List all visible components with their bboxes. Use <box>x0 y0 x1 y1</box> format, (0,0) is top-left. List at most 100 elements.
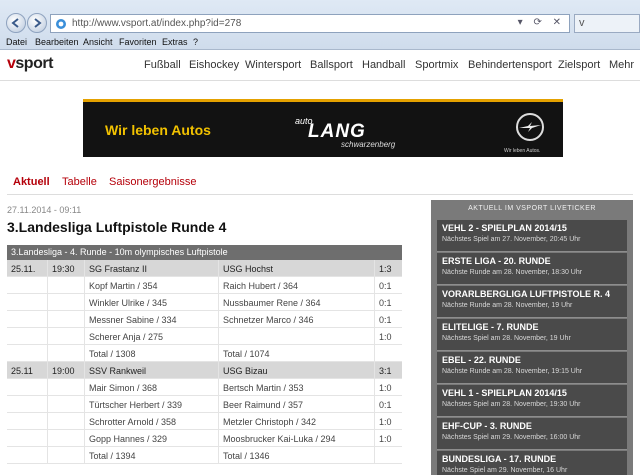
back-button[interactable] <box>6 13 26 33</box>
column-divider <box>218 345 219 361</box>
address-bar[interactable]: http://www.vsport.at/index.php?id=278 ▾ … <box>50 14 570 33</box>
column-divider <box>374 345 375 361</box>
cell-away: USG Hochst <box>223 264 274 274</box>
ticker-item[interactable]: EHF-CUP - 3. RUNDE Nächstes Spiel am 29. … <box>437 418 627 450</box>
ticker-item[interactable]: BUNDESLIGA - 17. RUNDE Nächste Spiel am 2… <box>437 451 627 475</box>
ticker-subtitle: Nächstes Spiel am 27. November, 20:45 Uh… <box>442 236 581 243</box>
column-divider <box>47 396 48 412</box>
nav-sportmix[interactable]: Sportmix <box>415 59 458 71</box>
cell-score: 0:1 <box>379 400 392 410</box>
nav-fussball[interactable]: Fußball <box>144 59 181 71</box>
cell-home: Türtscher Herbert / 339 <box>89 400 183 410</box>
browser-tab[interactable]: v <box>574 14 640 33</box>
ticker-title: VEHL 1 - SPIELPLAN 2014/15 <box>442 388 567 398</box>
menu-bar: Datei Bearbeiten Ansicht Favoriten Extra… <box>0 37 640 50</box>
cell-away: Total / 1346 <box>223 451 270 461</box>
nav-eishockey[interactable]: Eishockey <box>189 59 239 71</box>
ticker-item[interactable]: VORARLBERGLIGA LUFTPISTOLE R. 4 Nächste R… <box>437 286 627 318</box>
menu-datei[interactable]: Datei <box>6 37 27 47</box>
ticker-title: ELITELIGE - 7. RUNDE <box>442 322 539 332</box>
ticker-title: EBEL - 22. RUNDE <box>442 355 521 365</box>
live-ticker-sidebar: AKTUELL IM VSPORT LIVETICKER VEHL 2 - SP… <box>431 200 633 475</box>
ticker-title: VEHL 2 - SPIELPLAN 2014/15 <box>442 223 567 233</box>
column-divider <box>374 277 375 293</box>
cell-home: Messner Sabine / 334 <box>89 315 177 325</box>
ticker-subtitle: Nächste Runde am 28. November, 19 Uhr <box>442 302 573 309</box>
ticker-item[interactable]: VEHL 1 - SPIELPLAN 2014/15 Nächstes Spiel… <box>437 385 627 417</box>
cell-home: Kopf Martin / 354 <box>89 281 158 291</box>
menu-extras[interactable]: Extras <box>162 37 188 47</box>
column-divider <box>84 362 85 378</box>
menu-favoriten[interactable]: Favoriten <box>119 37 157 47</box>
ticker-subtitle: Nächste Runde am 28. November, 18:30 Uhr <box>442 269 583 276</box>
column-divider <box>374 379 375 395</box>
column-divider <box>84 413 85 429</box>
column-divider <box>84 328 85 344</box>
cell-away: Nussbaumer Rene / 364 <box>223 298 321 308</box>
ticker-subtitle: Nächste Runde am 28. November, 19:15 Uhr <box>442 368 583 375</box>
table-row: Scherer Anja / 275 1:0 <box>7 328 402 345</box>
column-divider <box>374 294 375 310</box>
forward-button[interactable] <box>27 13 47 33</box>
column-divider <box>47 294 48 310</box>
cell-away: USG Bizau <box>223 366 268 376</box>
column-divider <box>218 311 219 327</box>
ticker-item[interactable]: ERSTE LIGA - 20. RUNDE Nächste Runde am 2… <box>437 253 627 285</box>
ticker-title: VORARLBERGLIGA LUFTPISTOLE R. 4 <box>442 289 611 299</box>
cell-home: Mair Simon / 368 <box>89 383 158 393</box>
column-divider <box>374 362 375 378</box>
ticker-item[interactable]: VEHL 2 - SPIELPLAN 2014/15 Nächstes Spiel… <box>437 220 627 252</box>
ticker-title: BUNDESLIGA - 17. RUNDE <box>442 454 557 464</box>
nav-handball[interactable]: Handball <box>362 59 405 71</box>
total-row: Total / 1308 Total / 1074 <box>7 345 402 362</box>
column-divider <box>374 311 375 327</box>
cell-home: SG Frastanz II <box>89 264 148 274</box>
opel-logo-icon <box>516 113 544 141</box>
cell-score: 0:1 <box>379 315 392 325</box>
column-divider <box>218 430 219 446</box>
ticker-subtitle: Nächstes Spiel am 28. November, 19:30 Uh… <box>442 401 581 408</box>
cell-score: 1:3 <box>379 264 392 274</box>
ticker-item[interactable]: EBEL - 22. RUNDE Nächste Runde am 28. Nov… <box>437 352 627 384</box>
address-url[interactable]: http://www.vsport.at/index.php?id=278 <box>72 18 241 29</box>
column-divider <box>84 396 85 412</box>
ad-banner[interactable]: Wir leben Autos auto LANG schwarzenberg … <box>83 99 563 157</box>
article-date: 27.11.2014 - 09:11 <box>7 205 82 215</box>
nav-wintersport[interactable]: Wintersport <box>245 59 301 71</box>
table-row: Mair Simon / 368 Bertsch Martin / 353 1:0 <box>7 379 402 396</box>
cell-away: Beer Raimund / 357 <box>223 400 304 410</box>
column-divider <box>218 362 219 378</box>
nav-behindertensport[interactable]: Behindertensport <box>468 59 552 71</box>
tab-tabelle[interactable]: Tabelle <box>62 176 97 188</box>
cell-away: Moosbrucker Kai-Luka / 294 <box>223 434 336 444</box>
cell-home: Scherer Anja / 275 <box>89 332 164 342</box>
tab-aktuell[interactable]: Aktuell <box>13 176 50 188</box>
cell-time: 19:30 <box>52 264 75 274</box>
table-row: Gopp Hannes / 329 Moosbrucker Kai-Luka / … <box>7 430 402 447</box>
nav-zielsport[interactable]: Zielsport <box>558 59 600 71</box>
menu-help[interactable]: ? <box>193 37 198 47</box>
cell-score: 0:1 <box>379 281 392 291</box>
column-divider <box>47 379 48 395</box>
table-row: Winkler Ulrike / 345 Nussbaumer Rene / 36… <box>7 294 402 311</box>
nav-ballsport[interactable]: Ballsport <box>310 59 353 71</box>
ie-page-icon <box>56 19 66 29</box>
column-divider <box>218 328 219 344</box>
cell-away: Bertsch Martin / 353 <box>223 383 304 393</box>
tab-saisonergebnisse[interactable]: Saisonergebnisse <box>109 176 196 188</box>
column-divider <box>84 277 85 293</box>
browser-chrome: http://www.vsport.at/index.php?id=278 ▾ … <box>0 0 640 50</box>
address-controls[interactable]: ▾ ⟳ ✕ <box>518 17 565 28</box>
menu-bearbeiten[interactable]: Bearbeiten <box>35 37 79 47</box>
table-body: 25.11. 19:30 SG Frastanz II USG Hochst 1:3 Ko… <box>7 260 402 464</box>
column-divider <box>47 311 48 327</box>
nav-mehr[interactable]: Mehr <box>609 59 634 71</box>
column-divider <box>218 294 219 310</box>
ticker-item[interactable]: ELITELIGE - 7. RUNDE Nächstes Spiel am 28… <box>437 319 627 351</box>
site-logo[interactable]: vsport <box>7 55 53 73</box>
menu-ansicht[interactable]: Ansicht <box>83 37 113 47</box>
cell-home: Winkler Ulrike / 345 <box>89 298 168 308</box>
banner-brand-city: schwarzenberg <box>341 140 396 149</box>
cell-home: SSV Rankweil <box>89 366 147 376</box>
sidebar-title: AKTUELL IM VSPORT LIVETICKER <box>468 205 596 212</box>
